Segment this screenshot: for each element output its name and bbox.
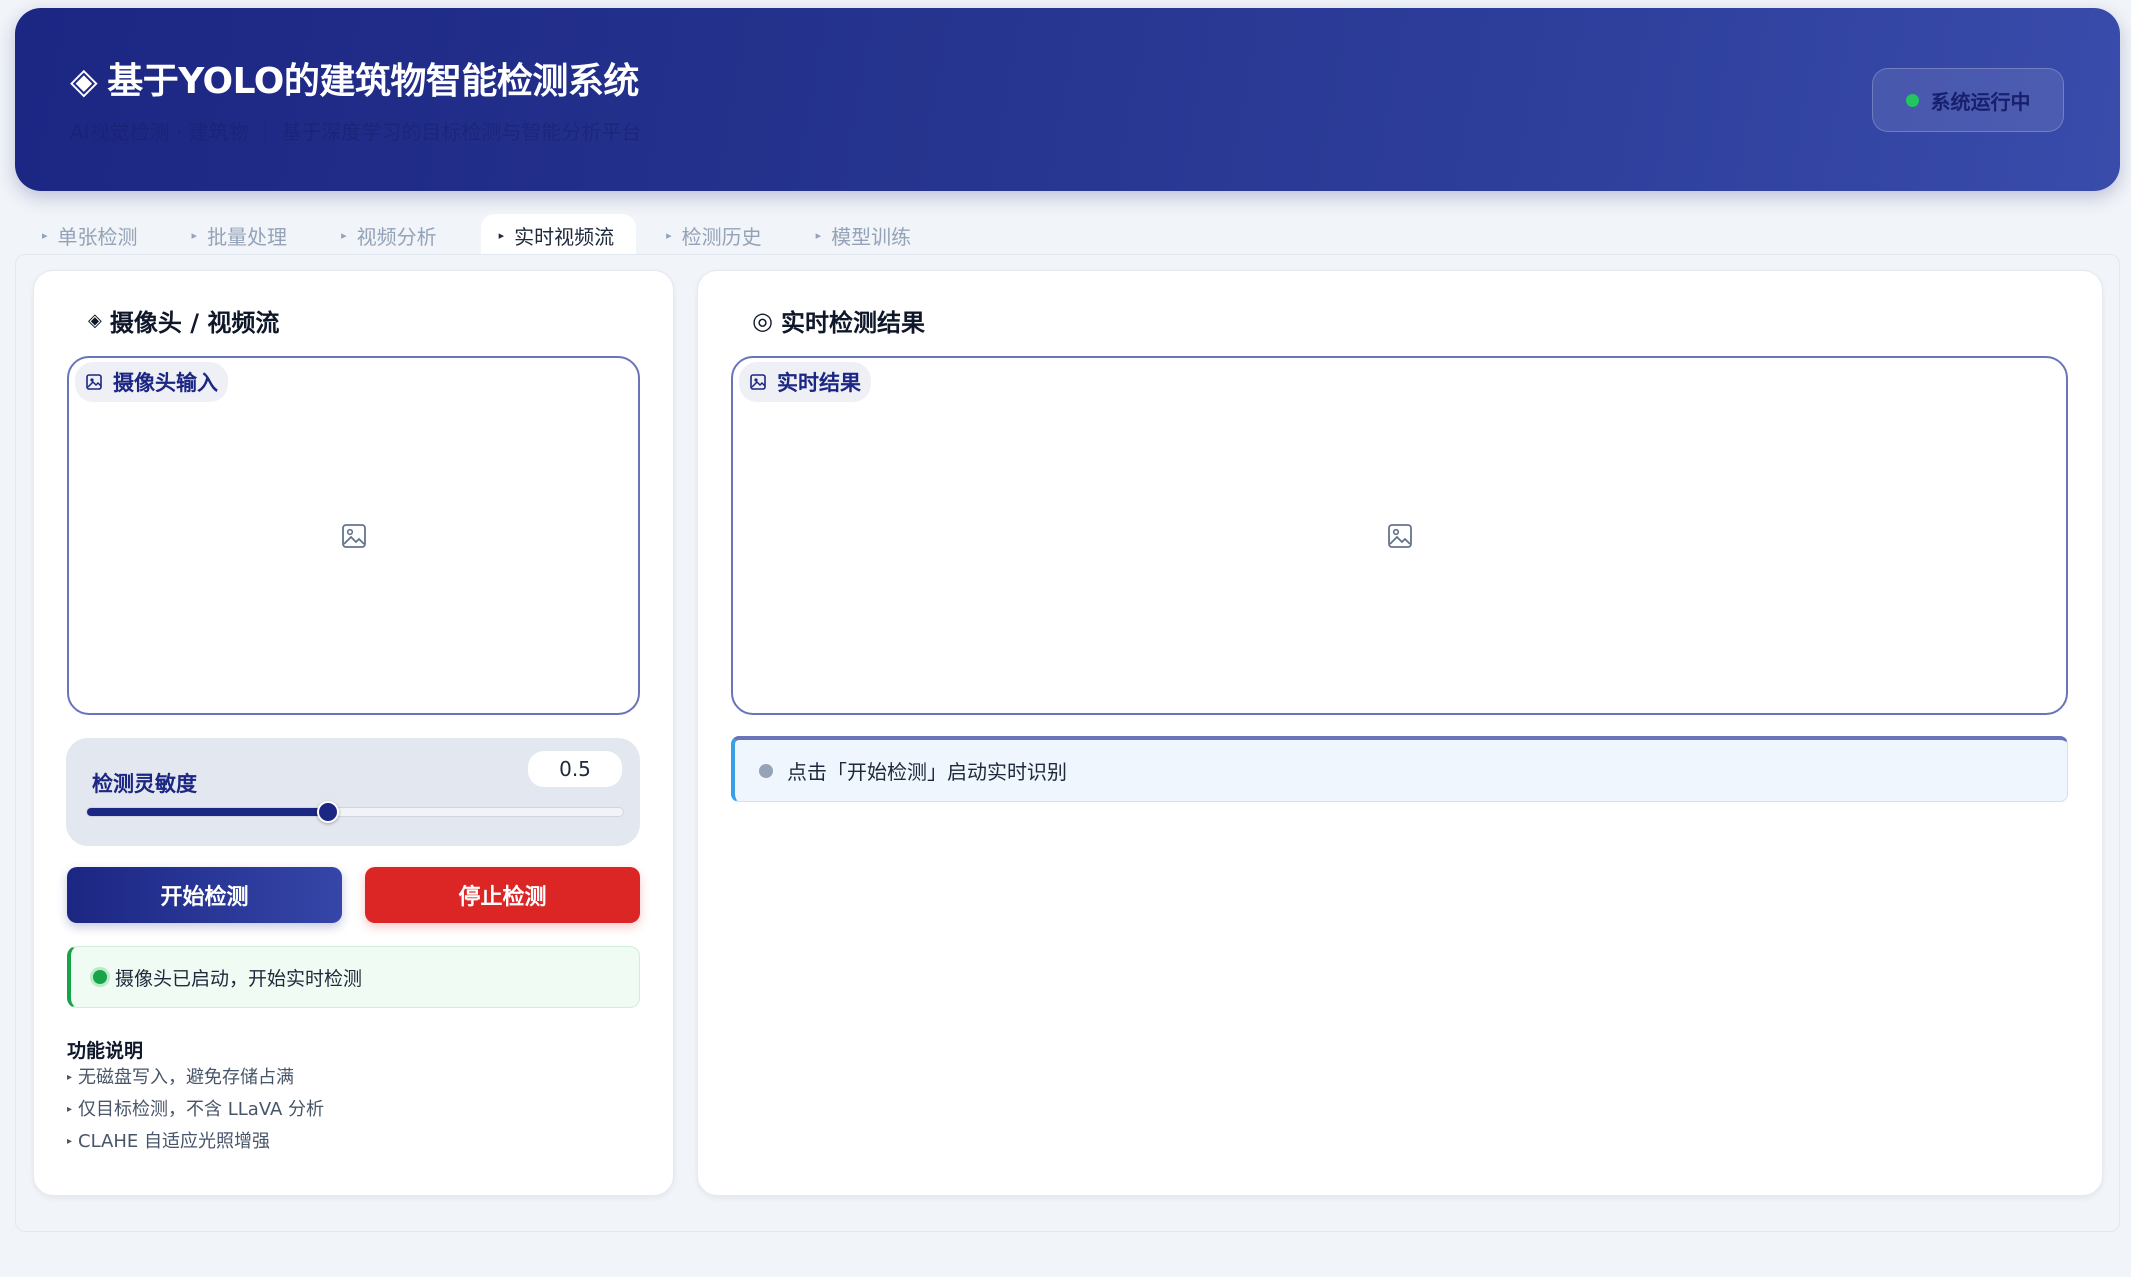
result-info-text: 点击「开始检测」启动实时识别 [787, 760, 1067, 784]
realtime-result-image: 实时结果 [731, 356, 2068, 715]
realtime-result-label-text: 实时结果 [777, 371, 861, 395]
tab-single-detect[interactable]: ▸ 单张检测 [32, 214, 162, 256]
tab-label: 视频分析 [356, 224, 437, 249]
tab-video[interactable]: ▸ 视频分析 [331, 214, 461, 256]
caret-right-icon: ▸ [67, 1136, 73, 1147]
result-info-message: 点击「开始检测」启动实时识别 [731, 736, 2068, 802]
caret-right-icon: ▸ [341, 228, 347, 242]
caret-right-icon: ▸ [67, 1104, 73, 1115]
tab-history[interactable]: ▸ 检测历史 [656, 214, 786, 256]
caret-right-icon: ▸ [191, 228, 198, 242]
green-status-dot-icon [93, 970, 107, 984]
help-item: ▸ 仅目标检测，不含 LLaVA 分析 [67, 1098, 324, 1130]
help-item-text: 无磁盘写入，避免存储占满 [78, 1067, 295, 1088]
app-title-text: 基于YOLO的建筑物智能检测系统 [107, 61, 639, 102]
image-placeholder-icon [1387, 523, 1413, 549]
start-detection-button[interactable]: 开始检测 [67, 867, 342, 923]
caret-right-icon: ▸ [666, 228, 672, 242]
camera-panel-title: ◈ 摄像头 / 视频流 [88, 303, 279, 338]
sensitivity-slider-thumb[interactable] [317, 801, 340, 823]
camera-input-label: 摄像头输入 [75, 362, 228, 402]
camera-input-dropzone[interactable]: 摄像头输入 [67, 356, 640, 715]
sensitivity-slider-group: 检测灵敏度 0.5 [66, 738, 640, 846]
tab-label: 检测历史 [681, 224, 762, 249]
diamond-icon: ◈ [70, 61, 98, 102]
caret-right-icon: ▸ [42, 228, 48, 242]
image-icon [85, 373, 103, 391]
camera-status-text: 摄像头已启动，开始实时检测 [115, 967, 363, 990]
help-title: 功能说明 [67, 1040, 144, 1062]
image-placeholder-icon [341, 523, 367, 549]
caret-right-icon: ▸ [498, 228, 505, 242]
image-icon [749, 373, 767, 391]
sensitivity-slider-track[interactable] [86, 807, 624, 817]
camera-panel-title-text: 摄像头 / 视频流 [109, 309, 280, 337]
caret-right-icon: ▸ [815, 228, 822, 242]
realtime-result-label: 实时结果 [739, 362, 871, 402]
help-item: ▸ CLAHE 自适应光照增强 [67, 1130, 324, 1162]
camera-input-label-text: 摄像头输入 [113, 371, 218, 395]
tab-batch[interactable]: ▸ 批量处理 [182, 214, 312, 256]
camera-status-message: 摄像头已启动，开始实时检测 [67, 946, 640, 1008]
help-item: ▸ 无磁盘写入，避免存储占满 [67, 1066, 324, 1098]
help-item-text: 仅目标检测，不含 LLaVA 分析 [78, 1099, 325, 1120]
diamond-icon: ◈ [88, 310, 102, 331]
app-header: ◈ 基于YOLO的建筑物智能检测系统 AI视觉检测 · 建筑物 ｜ 基于深度学习的… [15, 8, 2120, 191]
system-status-badge: 系统运行中 [1872, 68, 2064, 132]
tab-label: 批量处理 [207, 224, 288, 249]
stop-detection-button[interactable]: 停止检测 [365, 867, 640, 923]
sensitivity-label: 检测灵敏度 [92, 772, 197, 796]
system-status-text: 系统运行中 [1930, 89, 2031, 114]
tab-label: 模型训练 [831, 224, 912, 249]
tab-bar: ▸ 单张检测 ▸ 批量处理 ▸ 视频分析 ▸ 实时视频流 ▸ 检测历史 ▸ 模型训练 [32, 214, 955, 256]
tab-label: 单张检测 [57, 224, 138, 249]
tab-label: 实时视频流 [514, 224, 615, 249]
result-panel-title: ◎ 实时检测结果 [752, 303, 925, 338]
help-list: ▸ 无磁盘写入，避免存储占满 ▸ 仅目标检测，不含 LLaVA 分析 ▸ CLAHE … [67, 1066, 324, 1162]
app-title: ◈ 基于YOLO的建筑物智能检测系统 [70, 52, 639, 104]
caret-right-icon: ▸ [67, 1072, 73, 1083]
target-circle-icon: ◎ [752, 306, 773, 335]
status-dot-icon [1905, 93, 1919, 107]
sensitivity-value-input[interactable]: 0.5 [528, 751, 622, 787]
help-item-text: CLAHE 自适应光照增强 [78, 1131, 270, 1152]
app-subtitle: AI视觉检测 · 建筑物 ｜ 基于深度学习的目标检测与智能分析平台 [70, 120, 642, 144]
gray-status-dot-icon [759, 763, 773, 778]
tab-training[interactable]: ▸ 模型训练 [806, 214, 936, 256]
result-panel-title-text: 实时检测结果 [780, 309, 925, 337]
tab-realtime-stream[interactable]: ▸ 实时视频流 [480, 214, 637, 256]
sensitivity-slider-fill [87, 808, 329, 816]
